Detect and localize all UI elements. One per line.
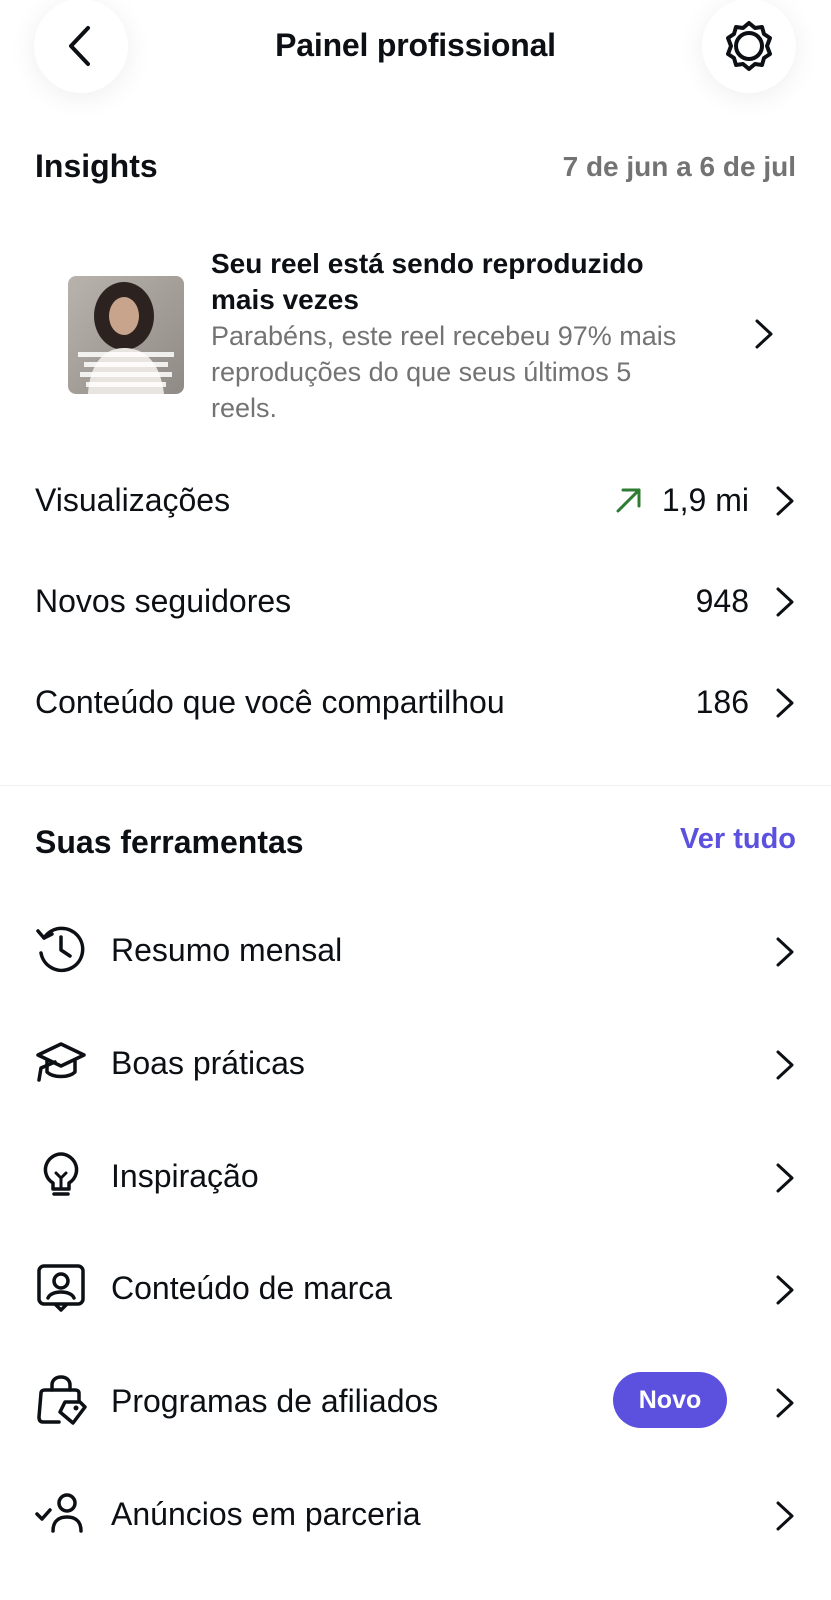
chevron-right-icon — [776, 1388, 794, 1418]
settings-button[interactable] — [702, 0, 796, 93]
tool-label: Conteúdo de marca — [111, 1270, 393, 1306]
tool-item-branded-content[interactable]: Conteúdo de marca — [35, 1254, 797, 1324]
chevron-right-icon — [776, 937, 794, 967]
tools-title: Suas ferramentas — [35, 824, 304, 860]
tool-label: Resumo mensal — [111, 932, 343, 968]
date-range-selector[interactable]: 7 de jun a 6 de jul — [563, 151, 796, 183]
metric-label: Conteúdo que você compartilhou — [35, 684, 505, 720]
gear-icon — [726, 21, 772, 71]
history-icon — [36, 926, 85, 973]
tool-item-best-practices[interactable]: Boas práticas — [35, 1029, 797, 1099]
lightbulb-icon — [43, 1152, 79, 1196]
tool-item-affiliate-programs[interactable]: Programas de afiliados Novo — [35, 1367, 797, 1437]
user-check-icon — [35, 1493, 83, 1533]
chevron-right-icon — [776, 486, 794, 516]
metric-label: Novos seguidores — [35, 583, 292, 619]
shopping-bag-tag-icon — [37, 1375, 87, 1425]
chevron-right-icon — [776, 1050, 794, 1080]
metric-row-new-followers[interactable]: Novos seguidores 948 — [35, 571, 797, 631]
graduation-cap-icon — [36, 1042, 86, 1082]
new-badge: Novo — [613, 1372, 727, 1428]
tool-label: Programas de afiliados — [111, 1383, 439, 1419]
metric-value: 1,9 mi — [661, 482, 749, 518]
metric-value: 948 — [695, 583, 749, 619]
tool-item-partnership-ads[interactable]: Anúncios em parceria — [35, 1480, 797, 1550]
reel-thumbnail — [68, 276, 184, 394]
tool-label: Boas práticas — [111, 1045, 305, 1081]
metric-row-content-shared[interactable]: Conteúdo que você compartilhou 186 — [35, 672, 797, 732]
tool-item-inspiration[interactable]: Inspiração — [35, 1142, 797, 1212]
chevron-right-icon — [776, 688, 794, 718]
reel-insight-title: Seu reel está sendo reproduzido mais vez… — [211, 248, 644, 315]
header: Painel profissional — [0, 0, 831, 95]
chevron-right-icon — [776, 1275, 794, 1305]
metric-row-views[interactable]: Visualizações 1,9 mi — [35, 470, 797, 530]
trend-up-arrow-icon — [616, 488, 641, 513]
chevron-right-icon — [776, 587, 794, 617]
section-divider — [0, 785, 831, 786]
reel-insight-description: Parabéns, este reel recebeu 97% mais rep… — [211, 321, 677, 423]
tool-label: Inspiração — [111, 1158, 259, 1194]
tool-label: Anúncios em parceria — [111, 1496, 421, 1532]
chevron-right-icon — [776, 1501, 794, 1531]
tool-item-monthly-summary[interactable]: Resumo mensal — [35, 916, 797, 986]
see-all-link[interactable]: Ver tudo — [680, 823, 796, 856]
branded-content-icon — [37, 1264, 85, 1312]
metric-label: Visualizações — [35, 482, 231, 518]
reel-insight-card[interactable]: Seu reel está sendo reproduzido mais vez… — [68, 246, 798, 426]
chevron-right-icon — [776, 1163, 794, 1193]
chevron-right-icon — [755, 319, 773, 349]
metric-value: 186 — [695, 684, 749, 720]
insights-title: Insights — [35, 148, 158, 184]
